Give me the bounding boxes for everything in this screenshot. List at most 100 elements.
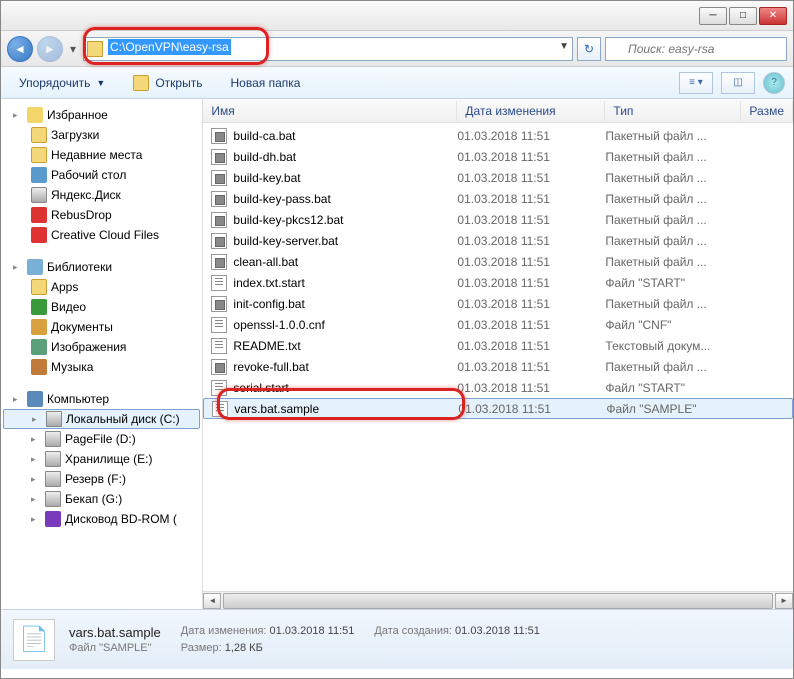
- maximize-button[interactable]: □: [729, 7, 757, 25]
- file-date: 01.03.2018 11:51: [457, 129, 605, 143]
- sidebar-rebus[interactable]: RebusDrop: [3, 205, 200, 225]
- sidebar-storage[interactable]: ▸Хранилище (E:): [3, 449, 200, 469]
- file-type: Пакетный файл ...: [605, 297, 741, 311]
- file-row[interactable]: build-dh.bat01.03.2018 11:51Пакетный фай…: [203, 146, 793, 167]
- open-icon: [133, 75, 149, 91]
- file-row[interactable]: clean-all.bat01.03.2018 11:51Пакетный фа…: [203, 251, 793, 272]
- file-type: Пакетный файл ...: [605, 171, 741, 185]
- search-input[interactable]: [605, 37, 787, 61]
- file-row[interactable]: build-key-pass.bat01.03.2018 11:51Пакетн…: [203, 188, 793, 209]
- drive-icon: [45, 471, 61, 487]
- navigation-pane[interactable]: ▸Избранное Загрузки Недавние места Рабоч…: [1, 99, 203, 609]
- sidebar-pagefile[interactable]: ▸PageFile (D:): [3, 429, 200, 449]
- file-row[interactable]: init-config.bat 01.03.2018 11:51Пакетный …: [203, 293, 793, 314]
- file-row[interactable]: index.txt.start01.03.2018 11:51Файл "STA…: [203, 272, 793, 293]
- close-button[interactable]: ✕: [759, 7, 787, 25]
- file-type: Файл "START": [605, 381, 741, 395]
- music-icon: [31, 359, 47, 375]
- column-type[interactable]: Тип: [605, 101, 741, 121]
- horizontal-scrollbar[interactable]: ◄ ►: [203, 591, 793, 609]
- file-name: init-config.bat: [233, 297, 304, 311]
- file-date: 01.03.2018 11:51: [457, 381, 605, 395]
- file-icon: [211, 233, 227, 249]
- folder-icon: [31, 147, 47, 163]
- file-icon: [211, 191, 227, 207]
- file-date: 01.03.2018 11:51: [457, 339, 605, 353]
- file-row[interactable]: build-ca.bat01.03.2018 11:51Пакетный фай…: [203, 125, 793, 146]
- file-date: 01.03.2018 11:51: [457, 318, 605, 332]
- column-size[interactable]: Разме: [741, 101, 793, 121]
- file-name: build-dh.bat: [233, 150, 296, 164]
- file-type: Пакетный файл ...: [605, 150, 741, 164]
- sidebar-local-c[interactable]: ▸Локальный диск (C:): [3, 409, 200, 429]
- sidebar-yandex[interactable]: Яндекс.Диск: [3, 185, 200, 205]
- file-row[interactable]: openssl-1.0.0.cnf01.03.2018 11:51Файл "C…: [203, 314, 793, 335]
- document-icon: [31, 319, 47, 335]
- new-folder-button[interactable]: Новая папка: [220, 73, 310, 93]
- organize-button[interactable]: Упорядочить▼: [9, 73, 115, 93]
- sidebar-computer[interactable]: ▸Компьютер: [3, 389, 200, 409]
- scroll-right-button[interactable]: ►: [775, 593, 793, 609]
- status-size: 1,28 КБ: [225, 642, 263, 654]
- sidebar-music[interactable]: Музыка: [3, 357, 200, 377]
- scroll-left-button[interactable]: ◄: [203, 593, 221, 609]
- file-type: Файл "CNF": [605, 318, 741, 332]
- file-date: 01.03.2018 11:51: [457, 297, 605, 311]
- open-button[interactable]: Открыть: [123, 72, 212, 94]
- minimize-button[interactable]: ─: [699, 7, 727, 25]
- file-row[interactable]: build-key-pkcs12.bat01.03.2018 11:51Паке…: [203, 209, 793, 230]
- nav-history-dropdown[interactable]: ▾: [67, 39, 79, 59]
- sidebar-images[interactable]: Изображения: [3, 337, 200, 357]
- forward-button[interactable]: ►: [37, 36, 63, 62]
- sidebar-downloads[interactable]: Загрузки: [3, 125, 200, 145]
- sidebar-apps[interactable]: Apps: [3, 277, 200, 297]
- back-button[interactable]: ◄: [7, 36, 33, 62]
- refresh-button[interactable]: ↻: [577, 37, 601, 61]
- file-icon: [211, 359, 227, 375]
- file-date: 01.03.2018 11:51: [457, 255, 605, 269]
- file-list[interactable]: build-ca.bat01.03.2018 11:51Пакетный фай…: [203, 123, 793, 591]
- file-icon: [211, 338, 227, 354]
- status-date-created: 01.03.2018 11:51: [455, 625, 540, 637]
- file-row[interactable]: build-key.bat01.03.2018 11:51Пакетный фа…: [203, 167, 793, 188]
- help-button[interactable]: ?: [763, 72, 785, 94]
- file-name: build-key-server.bat: [233, 234, 338, 248]
- file-row[interactable]: README.txt01.03.2018 11:51Текстовый доку…: [203, 335, 793, 356]
- sidebar-libraries[interactable]: ▸Библиотеки: [3, 257, 200, 277]
- column-date[interactable]: Дата изменения: [457, 101, 605, 121]
- star-icon: [27, 107, 43, 123]
- sidebar-recent[interactable]: Недавние места: [3, 145, 200, 165]
- sidebar-favorites[interactable]: ▸Избранное: [3, 105, 200, 125]
- scroll-thumb[interactable]: [223, 593, 773, 609]
- file-row[interactable]: build-key-server.bat01.03.2018 11:51Паке…: [203, 230, 793, 251]
- file-icon: [211, 212, 227, 228]
- status-date-modified: 01.03.2018 11:51: [270, 625, 355, 637]
- preview-pane-button[interactable]: ◫: [721, 72, 755, 94]
- folder-icon: [87, 41, 103, 57]
- file-row[interactable]: serial.start01.03.2018 11:51Файл "START": [203, 377, 793, 398]
- file-row[interactable]: revoke-full.bat01.03.2018 11:51Пакетный …: [203, 356, 793, 377]
- titlebar: ─ □ ✕: [1, 1, 793, 31]
- sidebar-video[interactable]: Видео: [3, 297, 200, 317]
- column-headers: Имя Дата изменения Тип Разме: [203, 99, 793, 123]
- file-name: build-key-pass.bat: [233, 192, 330, 206]
- sidebar-creative[interactable]: Creative Cloud Files: [3, 225, 200, 245]
- sidebar-bekap[interactable]: ▸Бекап (G:): [3, 489, 200, 509]
- address-bar[interactable]: C:\OpenVPN\easy-rsa ▼: [83, 37, 573, 61]
- address-dropdown-icon[interactable]: ▼: [559, 41, 569, 52]
- drive-icon: [46, 411, 62, 427]
- sidebar-documents[interactable]: Документы: [3, 317, 200, 337]
- file-type: Пакетный файл ...: [605, 129, 741, 143]
- sidebar-reserve[interactable]: ▸Резерв (F:): [3, 469, 200, 489]
- file-name: index.txt.start: [233, 276, 304, 290]
- column-name[interactable]: Имя: [203, 101, 457, 121]
- sidebar-desktop[interactable]: Рабочий стол: [3, 165, 200, 185]
- address-input[interactable]: C:\OpenVPN\easy-rsa: [83, 37, 573, 61]
- file-row[interactable]: vars.bat.sample01.03.2018 11:51Файл "SAM…: [203, 398, 793, 419]
- drive-icon: [45, 431, 61, 447]
- file-type: Текстовый докум...: [605, 339, 741, 353]
- view-options-button[interactable]: ≡ ▾: [679, 72, 713, 94]
- computer-icon: [27, 391, 43, 407]
- file-icon: [211, 149, 227, 165]
- sidebar-bdrom[interactable]: ▸Дисковод BD-ROM (: [3, 509, 200, 529]
